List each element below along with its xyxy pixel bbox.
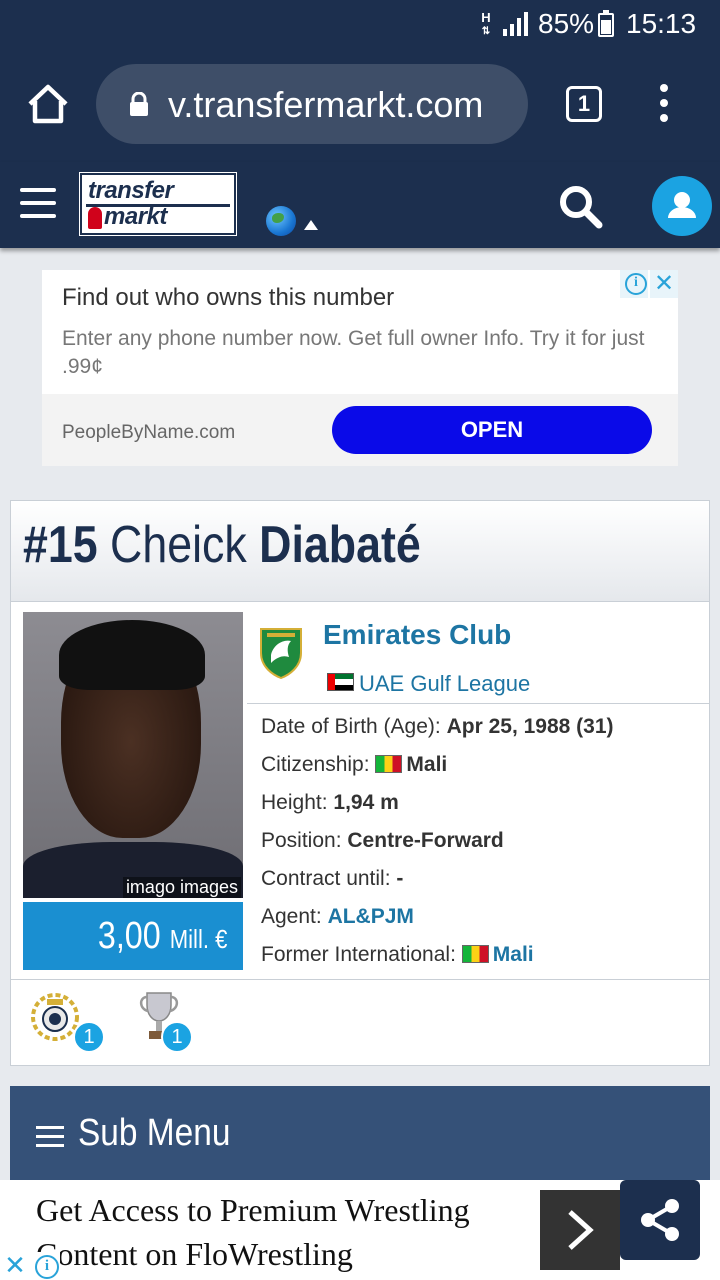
uae-flag-icon <box>327 673 354 691</box>
divider <box>11 979 709 980</box>
ad-next-button[interactable] <box>540 1190 620 1270</box>
browser-toolbar: v.transfermarkt.com 1 <box>0 50 720 162</box>
ad-title[interactable]: Find out who owns this number <box>62 284 394 312</box>
info-citizenship: Citizenship: Mali <box>261 753 448 776</box>
signal-icon <box>503 12 528 36</box>
mali-flag-icon <box>461 945 489 963</box>
status-bar: H ⇅ 85% 15:13 <box>0 0 720 50</box>
chevron-right-icon <box>568 1210 594 1250</box>
adchoices: ✕ <box>618 270 678 298</box>
bottom-ad-text[interactable]: Get Access to Premium Wrestling Content … <box>36 1188 526 1276</box>
search-icon[interactable] <box>556 182 604 230</box>
market-value-box[interactable]: 3,00 Mill. € <box>23 902 243 970</box>
top-advertisement[interactable]: Find out who owns this number Enter any … <box>42 270 678 466</box>
player-header: #15 Cheick Diabaté <box>11 501 709 602</box>
hamburger-menu-icon[interactable] <box>20 188 56 220</box>
url-text: v.transfermarkt.com <box>168 84 484 125</box>
globe-icon[interactable] <box>266 206 296 236</box>
ad-close-icon[interactable]: ✕ <box>650 270 678 298</box>
player-photo: imago images <box>23 612 243 898</box>
ad-footer: PeopleByName.com OPEN <box>42 394 678 466</box>
address-bar[interactable]: v.transfermarkt.com <box>96 64 528 144</box>
achievement-count-badge: 1 <box>161 1021 193 1053</box>
caret-up-icon[interactable] <box>304 220 318 230</box>
user-account-button[interactable] <box>652 176 712 236</box>
user-icon <box>668 192 696 218</box>
transfermarkt-logo[interactable]: transfer markt <box>79 172 237 236</box>
ad-open-button[interactable]: OPEN <box>332 406 652 454</box>
market-value-unit: Mill. € <box>169 924 227 954</box>
divider <box>247 703 709 704</box>
info-height: Height: 1,94 m <box>261 791 399 814</box>
tab-switcher-button[interactable]: 1 <box>566 86 602 122</box>
network-type-indicator: H ⇅ <box>481 10 491 37</box>
ad-info-icon[interactable] <box>620 270 648 298</box>
battery-icon <box>598 10 614 37</box>
player-title: #15 Cheick Diabaté <box>23 515 421 575</box>
league-link[interactable]: UAE Gulf League <box>359 671 530 697</box>
info-agent: Agent: AL&PJM <box>261 905 414 928</box>
photo-credit: imago images <box>122 877 241 898</box>
site-header: transfer markt <box>0 162 720 248</box>
player-last-name: Diabaté <box>259 516 421 574</box>
achievement-count-badge: 1 <box>73 1021 105 1053</box>
share-icon <box>641 1199 679 1241</box>
ad-description: Enter any phone number now. Get full own… <box>62 327 645 378</box>
shirt-number: #15 <box>23 516 98 574</box>
national-team-link[interactable]: Mali <box>493 943 534 966</box>
agent-link[interactable]: AL&PJM <box>328 905 414 928</box>
market-value: 3,00 <box>97 915 161 957</box>
mali-flag-icon <box>375 755 403 773</box>
bottom-ad-close-icon[interactable]: ✕ <box>2 1252 28 1278</box>
menu-icon <box>36 1126 64 1148</box>
browser-menu-icon[interactable] <box>656 84 672 124</box>
sub-menu-bar[interactable]: Sub Menu <box>10 1086 710 1184</box>
battery-percent: 85% <box>538 8 595 39</box>
share-button[interactable] <box>620 1180 700 1260</box>
ad-source: PeopleByName.com <box>62 422 236 443</box>
clock: 15:13 <box>626 8 697 39</box>
player-first-name: Cheick <box>110 516 247 574</box>
bottom-advertisement[interactable]: Get Access to Premium Wrestling Content … <box>0 1180 720 1280</box>
club-crest-icon[interactable] <box>259 625 303 679</box>
info-former-international: Former International: Mali <box>261 943 534 966</box>
lock-icon <box>130 92 148 116</box>
player-profile-card: #15 Cheick Diabaté imago images 3,00 Mil… <box>10 500 710 1066</box>
info-contract: Contract until: - <box>261 867 404 890</box>
sub-menu-label: Sub Menu <box>78 1112 231 1154</box>
club-name-link[interactable]: Emirates Club <box>323 619 511 651</box>
info-position: Position: Centre-Forward <box>261 829 504 852</box>
home-icon[interactable] <box>24 80 72 128</box>
info-dob: Date of Birth (Age): Apr 25, 1988 (31) <box>261 715 614 738</box>
bottom-ad-info-icon[interactable] <box>32 1252 60 1280</box>
